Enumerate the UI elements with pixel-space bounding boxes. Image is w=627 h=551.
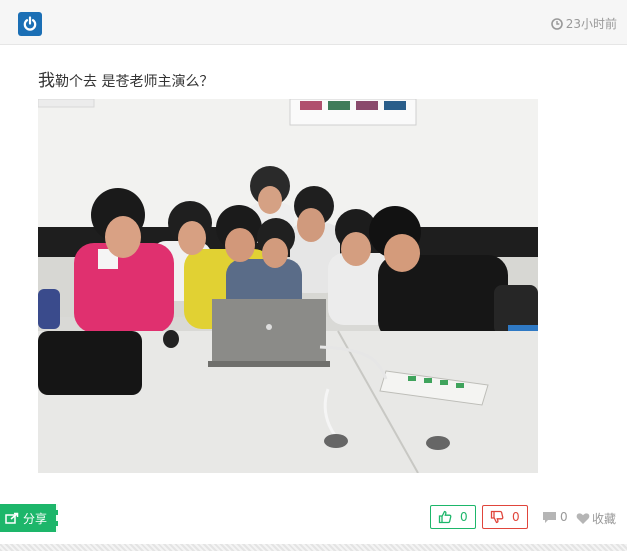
post-photo[interactable]: [38, 99, 538, 473]
post-title-first-char: 我: [38, 71, 55, 91]
post-title-text: 勒个去 是苍老师主演么？: [55, 74, 214, 90]
share-button[interactable]: 分享: [0, 504, 58, 532]
bottom-divider: [0, 544, 627, 551]
top-bar: 23小时前: [0, 0, 627, 45]
post-title[interactable]: 我勒个去 是苍老师主演么？: [38, 66, 213, 91]
favorite-label: 收藏: [592, 512, 617, 526]
comment-icon: [543, 511, 556, 523]
like-count: 0: [460, 510, 468, 524]
comment-count: 0: [560, 510, 568, 524]
thumbs-up-icon: [438, 510, 452, 524]
dislike-button[interactable]: 0: [482, 505, 528, 529]
site-logo[interactable]: [18, 12, 42, 36]
share-label: 分享: [23, 511, 48, 526]
clock-icon: [550, 17, 563, 30]
thumbs-down-icon: [490, 510, 504, 524]
comments-button[interactable]: 0: [542, 510, 568, 524]
share-icon: [5, 512, 19, 524]
post-time: 23小时前: [550, 15, 617, 32]
dislike-count: 0: [512, 510, 520, 524]
like-button[interactable]: 0: [430, 505, 476, 529]
time-label: 23小时前: [565, 17, 617, 31]
power-icon: [23, 16, 37, 31]
favorite-button[interactable]: 收藏: [576, 510, 616, 527]
photo-illustration: [38, 99, 538, 473]
heart-icon: [576, 513, 590, 524]
